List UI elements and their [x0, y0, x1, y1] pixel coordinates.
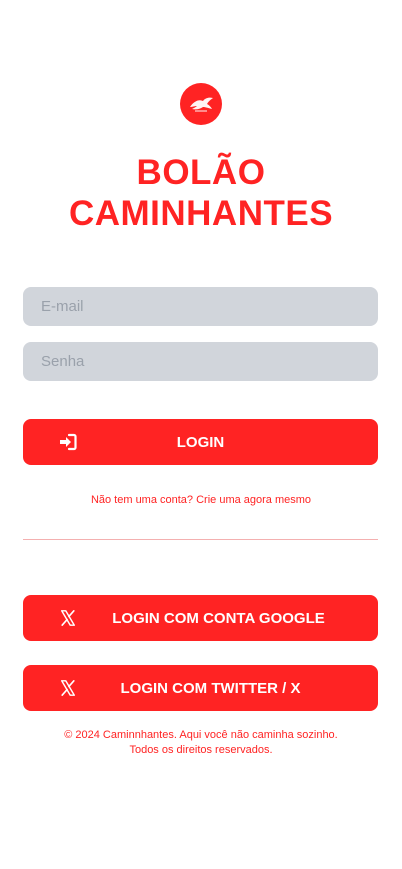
login-button[interactable]: LOGIN: [23, 419, 378, 465]
footer-line1: © 2024 Caminnhantes. Aqui você não camin…: [64, 729, 338, 741]
password-field[interactable]: [23, 342, 378, 381]
sign-in-icon: [58, 432, 78, 452]
email-field[interactable]: [23, 287, 378, 326]
footer: © 2024 Caminnhantes. Aqui você não camin…: [0, 728, 402, 758]
app-title-line1: BOLÃO: [136, 153, 266, 192]
login-page: BOLÃO CAMINHANTES LOGIN Não tem uma cont…: [0, 0, 402, 869]
footer-line2: Todos os direitos reservados.: [129, 744, 273, 756]
x-icon: [58, 608, 78, 628]
eagle-logo-icon: [180, 83, 222, 125]
twitter-login-button[interactable]: LOGIN COM TWITTER / X: [23, 665, 378, 711]
google-login-button[interactable]: LOGIN COM CONTA GOOGLE: [23, 595, 378, 641]
eagle-logo-graphic: [190, 97, 213, 112]
divider: [23, 539, 378, 540]
app-title: BOLÃO CAMINHANTES: [0, 152, 402, 234]
app-title-line2: CAMINHANTES: [68, 194, 334, 233]
x-icon: [58, 678, 78, 698]
signup-link[interactable]: Não tem uma conta? Crie uma agora mesmo: [0, 494, 402, 506]
